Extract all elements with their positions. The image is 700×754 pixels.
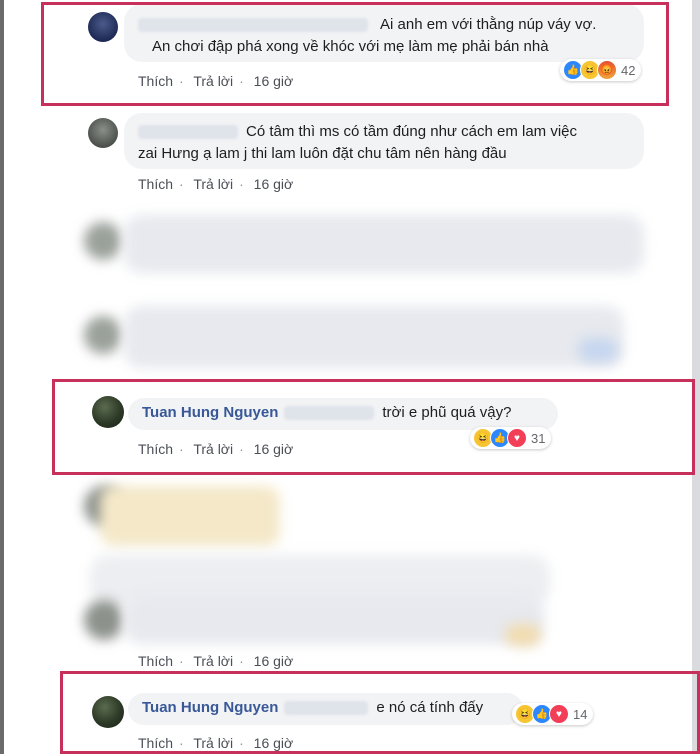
comment-text-line2: zai Hưng ạ lam j thi lam luôn đặt chu tâ… bbox=[138, 145, 507, 162]
comment-bubble: Có tâm thì ms có tầm đúng như cách em la… bbox=[124, 113, 644, 169]
redacted-name bbox=[138, 125, 238, 139]
blurred-comment bbox=[124, 594, 544, 644]
reply-link[interactable]: Trả lời bbox=[193, 653, 233, 669]
highlight-box bbox=[41, 2, 669, 106]
blurred-reaction bbox=[505, 624, 541, 646]
window-left-border bbox=[0, 0, 4, 754]
like-link[interactable]: Thích bbox=[138, 653, 173, 669]
blurred-reaction bbox=[578, 338, 618, 362]
blurred-comment bbox=[124, 306, 624, 368]
blurred-avatar bbox=[84, 600, 124, 640]
comment-text-line1: Có tâm thì ms có tầm đúng như cách em la… bbox=[246, 123, 578, 140]
timestamp[interactable]: 16 giờ bbox=[254, 653, 294, 669]
comment-actions: Thích · Trả lời · 16 giờ bbox=[138, 653, 294, 669]
reply-link[interactable]: Trả lời bbox=[193, 176, 233, 192]
blurred-avatar bbox=[84, 316, 122, 354]
like-link[interactable]: Thích bbox=[138, 176, 173, 192]
timestamp[interactable]: 16 giờ bbox=[254, 176, 294, 192]
highlight-box bbox=[60, 671, 700, 754]
blurred-comment bbox=[124, 215, 644, 273]
comment-actions: Thích · Trả lời · 16 giờ bbox=[138, 176, 294, 192]
blurred-avatar bbox=[84, 222, 122, 260]
avatar[interactable] bbox=[88, 118, 118, 148]
highlight-box bbox=[52, 379, 695, 475]
blurred-comment bbox=[100, 486, 280, 546]
scrollbar-track[interactable] bbox=[692, 0, 700, 754]
